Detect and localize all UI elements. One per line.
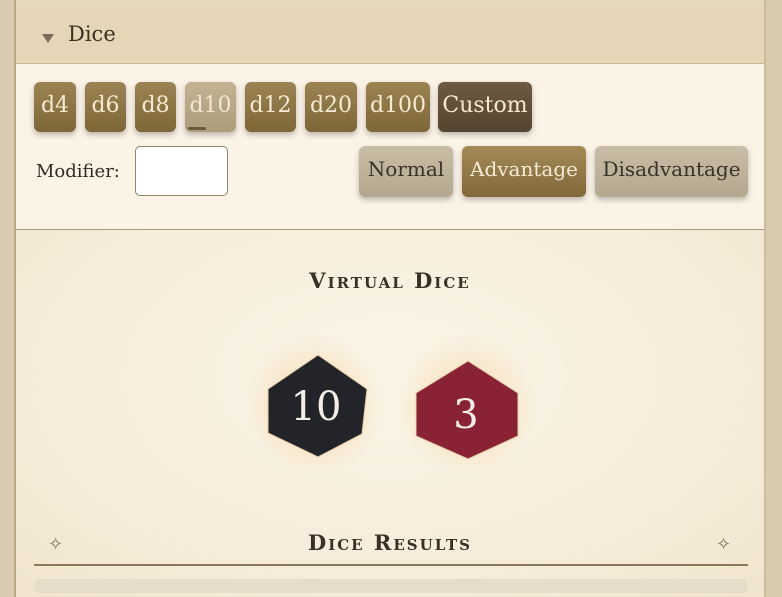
- d20-button[interactable]: d20: [305, 82, 357, 132]
- d4-button[interactable]: d4: [34, 82, 76, 132]
- normal-mode-button[interactable]: Normal: [359, 146, 453, 197]
- virtual-dice-area: Virtual Dice 10 3 ✧ Dice Results ✧: [16, 230, 764, 597]
- modifier-input[interactable]: [135, 146, 228, 196]
- dice-panel-header[interactable]: Dice: [16, 8, 764, 64]
- d12-button[interactable]: d12: [245, 82, 296, 132]
- d100-button[interactable]: d100: [366, 82, 430, 132]
- die-d20[interactable]: 3: [396, 335, 536, 475]
- panel-title: Dice: [68, 22, 116, 46]
- advantage-mode-button[interactable]: Advantage: [462, 146, 586, 197]
- disadvantage-mode-button[interactable]: Disadvantage: [595, 146, 748, 197]
- custom-die-button[interactable]: Custom: [438, 82, 532, 132]
- dice-controls: d4 d6 d8 d10 d12 d20 d100 Custom Modifie…: [16, 64, 764, 230]
- sparkle-icon: ✧: [716, 534, 732, 555]
- virtual-dice-title: Virtual Dice: [309, 268, 471, 293]
- modifier-label: Modifier:: [36, 161, 120, 182]
- d6-button[interactable]: d6: [85, 82, 126, 132]
- chevron-down-icon[interactable]: [42, 34, 54, 43]
- die-d20-value: 3: [453, 392, 478, 438]
- d8-button[interactable]: d8: [135, 82, 176, 132]
- dice-results-title: Dice Results: [307, 530, 473, 555]
- results-bar: [34, 579, 748, 593]
- d10-button[interactable]: d10: [185, 82, 236, 132]
- dice-tray: 10 3: [246, 335, 536, 475]
- die-d10[interactable]: 10: [246, 335, 386, 475]
- die-d10-value: 10: [291, 384, 342, 430]
- dice-panel: Dice d4 d6 d8 d10 d12 d20 d100 Custom Mo…: [14, 0, 766, 597]
- results-divider: [34, 564, 748, 566]
